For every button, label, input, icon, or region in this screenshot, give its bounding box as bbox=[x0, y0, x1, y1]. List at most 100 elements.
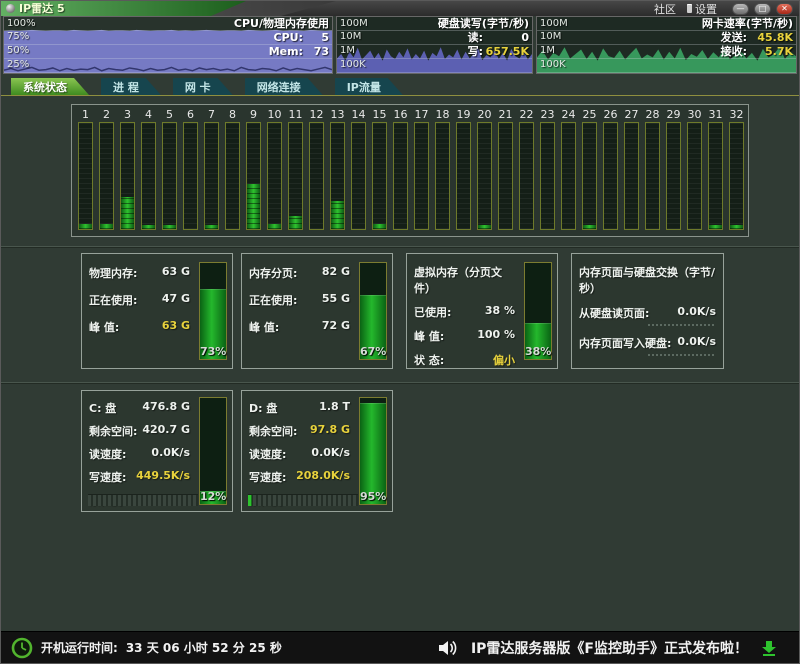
row-label: 写速度: bbox=[89, 469, 126, 485]
row-label: D: 盘 bbox=[249, 400, 277, 416]
scale-label-50: 50% bbox=[7, 44, 29, 57]
row-value: 82 G bbox=[322, 265, 350, 281]
speaker-icon bbox=[438, 640, 458, 656]
cpu-core-number: 25 bbox=[583, 107, 597, 122]
cpu-core-column: 26 bbox=[600, 107, 621, 236]
cpu-core-bar bbox=[624, 122, 639, 230]
cpu-core-bar bbox=[477, 122, 492, 230]
cpu-core-number: 30 bbox=[688, 107, 702, 122]
dotted-meter bbox=[648, 354, 714, 356]
net-send-label: 发送: bbox=[721, 31, 747, 45]
row-value: 449.5K/s bbox=[136, 469, 190, 485]
minimize-button[interactable]: — bbox=[732, 3, 749, 15]
announcement: IP雷达服务器版《F监控助手》正式发布啦！ bbox=[438, 638, 777, 658]
community-menu-item[interactable]: 社区 bbox=[654, 1, 676, 17]
cpu-core-number: 11 bbox=[289, 107, 303, 122]
cpu-core-fill bbox=[79, 224, 92, 229]
bar-percent-label: 95% bbox=[360, 490, 386, 503]
cpu-core-bar bbox=[330, 122, 345, 230]
row-label: 从硬盘读页面: bbox=[579, 305, 649, 321]
cpu-core-bar bbox=[120, 122, 135, 230]
memory-paging-panel: 内存分页:82 G 正在使用:55 G 峰 值:72 G 67% bbox=[241, 253, 393, 369]
virtual-memory-panel: 虚拟内存（分页文件） 已使用:38 % 峰 值:100 % 状 态:偏小 38% bbox=[406, 253, 558, 369]
settings-menu-item[interactable]: 设置 bbox=[687, 1, 717, 17]
cpu-core-number: 16 bbox=[394, 107, 408, 122]
disk-io-graph-info: 硬盘读写(字节/秒) 读:0 写:657.5K bbox=[438, 17, 529, 59]
graph-title: 硬盘读写(字节/秒) bbox=[438, 17, 529, 31]
separator bbox=[1, 382, 799, 383]
cpu-memory-graph: 100% 75% 50% 25% CPU/物理内存使用 CPU:5 Mem:73 bbox=[3, 16, 333, 74]
cpu-core-bar bbox=[309, 122, 324, 230]
cpu-core-number: 9 bbox=[250, 107, 257, 122]
cpu-core-column: 30 bbox=[684, 107, 705, 236]
tab-network-card[interactable]: 网 卡 bbox=[173, 78, 233, 95]
row-label: 剩余空间: bbox=[89, 423, 137, 439]
scale-label-25: 25% bbox=[7, 58, 29, 71]
row-value: 0.0K/s bbox=[311, 446, 350, 462]
row-value: 0.0K/s bbox=[677, 305, 716, 321]
maximize-button[interactable]: □ bbox=[754, 3, 771, 15]
cpu-core-number: 1 bbox=[82, 107, 89, 122]
cpu-core-bar bbox=[225, 122, 240, 230]
cpu-core-fill bbox=[142, 225, 155, 229]
row-value: 208.0K/s bbox=[296, 469, 350, 485]
title-bar: IP雷达 5 社区 设置 — □ ✕ bbox=[1, 1, 799, 16]
cpu-core-column: 17 bbox=[411, 107, 432, 236]
row-label: 读速度: bbox=[89, 446, 126, 462]
cpu-core-number: 13 bbox=[331, 107, 345, 122]
disk-busy-meter bbox=[88, 494, 198, 506]
net-recv-value: 5.7K bbox=[747, 45, 793, 59]
disk-c-usage-bar: 12% bbox=[199, 397, 227, 505]
row-value: 1.8 T bbox=[319, 400, 350, 416]
cpu-core-fill bbox=[583, 225, 596, 229]
cpu-core-fill bbox=[247, 184, 260, 229]
separator bbox=[1, 246, 799, 247]
disk-read-label: 读: bbox=[468, 31, 483, 45]
row-label: 写速度: bbox=[249, 469, 286, 485]
cpu-core-column: 28 bbox=[642, 107, 663, 236]
cpu-core-fill bbox=[121, 197, 134, 229]
cpu-core-fill bbox=[205, 225, 218, 229]
cpu-core-column: 13 bbox=[327, 107, 348, 236]
cpu-core-column: 25 bbox=[579, 107, 600, 236]
titlebar-menu: 社区 设置 — □ ✕ bbox=[654, 1, 793, 16]
graph-title: CPU/物理内存使用 bbox=[234, 17, 329, 31]
bar-fill bbox=[360, 403, 386, 504]
title-ribbon: IP雷达 5 bbox=[1, 1, 246, 16]
cpu-core-fill bbox=[331, 201, 344, 229]
memory-paging-bar: 67% bbox=[359, 262, 387, 360]
cpu-core-column: 18 bbox=[432, 107, 453, 236]
memory-disk-swap-panel: 内存页面与硬盘交换（字节/秒） 从硬盘读页面:0.0K/s 内存页面写入硬盘:0… bbox=[571, 253, 724, 369]
download-icon[interactable] bbox=[761, 640, 777, 656]
tab-processes[interactable]: 进 程 bbox=[101, 78, 161, 95]
tab-ip-traffic[interactable]: IP流量 bbox=[335, 78, 403, 95]
cpu-core-bar bbox=[246, 122, 261, 230]
scale-label-100: 100% bbox=[7, 17, 36, 30]
close-button[interactable]: ✕ bbox=[776, 3, 793, 15]
ip-radar-window: { "window": { "title": "IP雷达 5", "titleb… bbox=[0, 0, 800, 664]
cpu-core-fill bbox=[100, 224, 113, 229]
cpu-core-number: 6 bbox=[187, 107, 194, 122]
cpu-core-number: 26 bbox=[604, 107, 618, 122]
cpu-core-fill bbox=[268, 224, 281, 229]
cpu-core-column: 22 bbox=[516, 107, 537, 236]
cpu-core-number: 8 bbox=[229, 107, 236, 122]
row-value: 63 G bbox=[162, 265, 190, 281]
cpu-core-number: 21 bbox=[499, 107, 513, 122]
row-value: 0.0K/s bbox=[677, 335, 716, 351]
cpu-core-bar bbox=[645, 122, 660, 230]
cpu-core-column: 9 bbox=[243, 107, 264, 236]
virtual-memory-bar: 38% bbox=[524, 262, 552, 360]
row-label: 状 态: bbox=[414, 352, 444, 368]
tab-system-status[interactable]: 系统状态 bbox=[11, 78, 89, 95]
bar-percent-label: 12% bbox=[200, 490, 226, 503]
disk-d-usage-bar: 95% bbox=[359, 397, 387, 505]
cpu-core-column: 3 bbox=[117, 107, 138, 236]
disk-busy-meter bbox=[248, 494, 358, 506]
cpu-cores: 1234567891011121314151617181920212223242… bbox=[71, 104, 749, 237]
cpu-core-bar bbox=[603, 122, 618, 230]
cpu-core-column: 12 bbox=[306, 107, 327, 236]
tab-network-connections[interactable]: 网络连接 bbox=[245, 78, 323, 95]
cpu-core-number: 17 bbox=[415, 107, 429, 122]
cpu-core-bar bbox=[204, 122, 219, 230]
